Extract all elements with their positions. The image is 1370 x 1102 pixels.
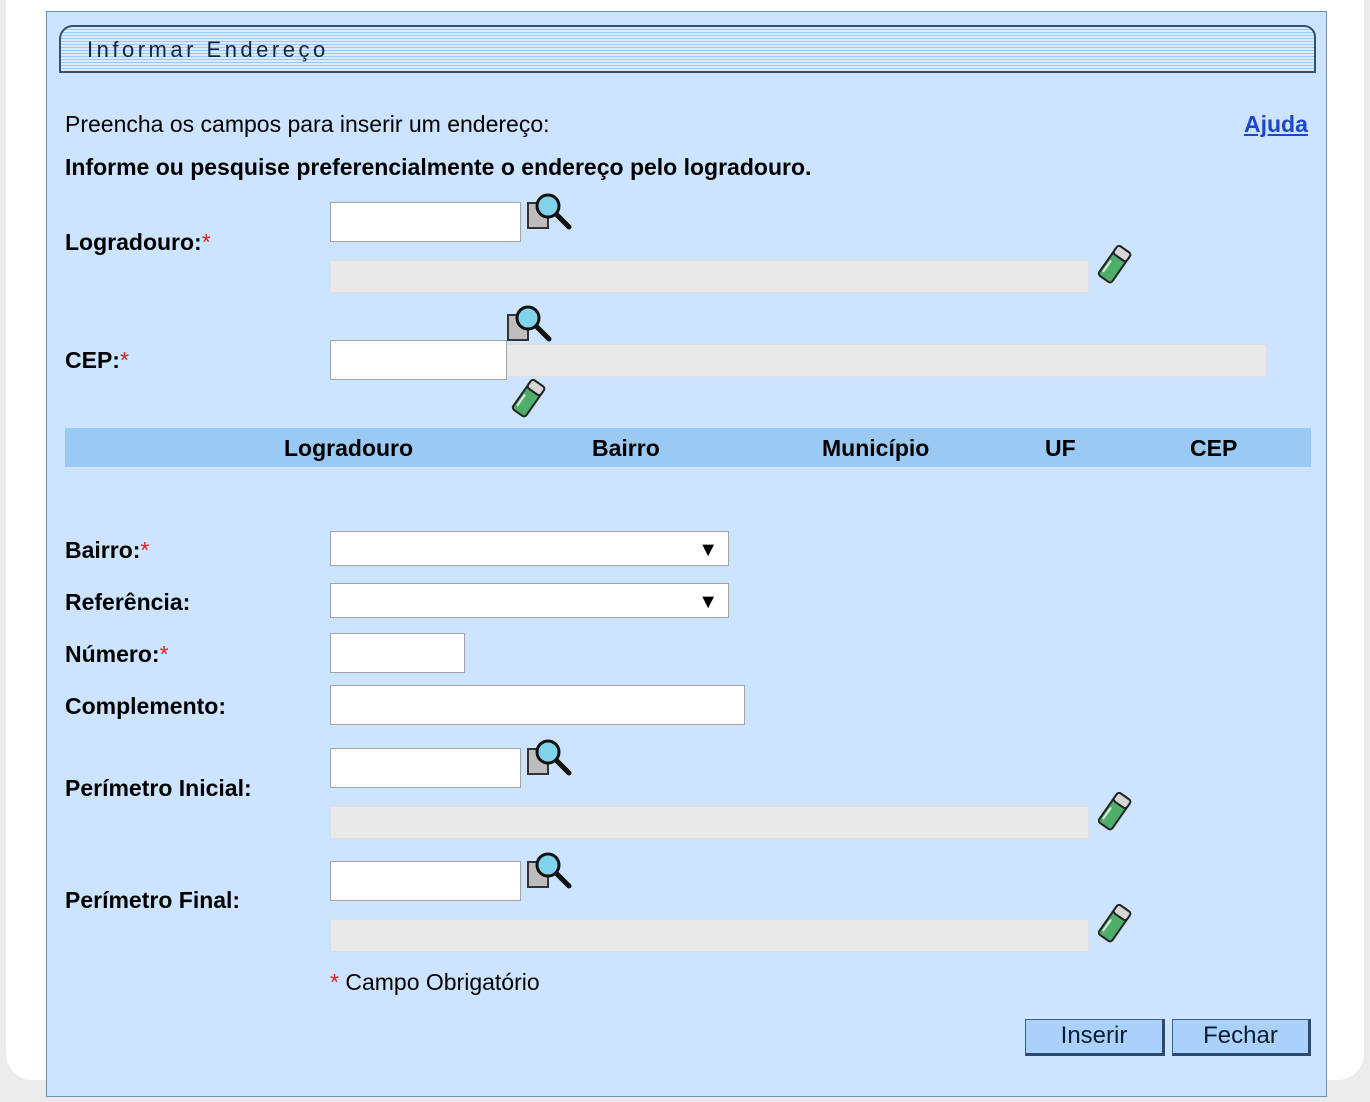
cep-code-input[interactable] [330, 340, 507, 380]
perimetro-inicial-label: Perímetro Inicial: [65, 775, 252, 801]
bairro-label-text: Bairro: [65, 537, 141, 563]
search-cep-icon[interactable] [506, 302, 556, 344]
bairro-label: Bairro:* [65, 537, 149, 564]
cep-label: CEP:* [65, 347, 129, 374]
bairro-select[interactable]: ▼ [330, 531, 729, 566]
page-title: Informar Endereço [87, 37, 329, 62]
required-asterisk: * [330, 969, 339, 995]
column-header-cep: CEP [1190, 435, 1238, 461]
required-note-text: Campo Obrigatório [345, 969, 540, 995]
perimetro-inicial-description-field [330, 806, 1089, 839]
search-perimetro-inicial-icon[interactable] [526, 736, 576, 778]
complemento-label: Complemento: [65, 693, 226, 719]
logradouro-label-text: Logradouro: [65, 229, 202, 255]
cep-description-field [505, 344, 1267, 377]
referencia-select[interactable]: ▼ [330, 583, 729, 618]
perimetro-final-label: Perímetro Final: [65, 887, 241, 913]
column-header-municipio: Município [822, 435, 930, 461]
search-logradouro-icon[interactable] [526, 190, 576, 232]
numero-input[interactable] [330, 633, 465, 673]
perimetro-inicial-code-input[interactable] [330, 748, 521, 788]
clear-logradouro-icon[interactable] [1094, 243, 1134, 287]
referencia-label: Referência: [65, 589, 191, 615]
column-header-uf: UF [1045, 435, 1076, 461]
results-table-header: Logradouro Bairro Município UF CEP [65, 428, 1311, 467]
complemento-input[interactable] [330, 685, 745, 725]
instruction-text: Preencha os campos para inserir um ender… [65, 111, 550, 137]
required-note: * Campo Obrigatório [330, 969, 540, 996]
required-asterisk: * [119, 347, 129, 373]
clear-cep-icon[interactable] [508, 377, 548, 421]
numero-label-text: Número: [65, 641, 160, 667]
form-title-bar: Informar Endereço [59, 25, 1316, 73]
column-header-logradouro: Logradouro [284, 435, 414, 461]
insert-button[interactable]: Inserir [1025, 1019, 1165, 1056]
required-asterisk: * [140, 537, 150, 563]
logradouro-code-input[interactable] [330, 202, 521, 242]
dropdown-arrow-icon: ▼ [698, 539, 718, 561]
clear-perimetro-final-icon[interactable] [1094, 902, 1134, 946]
logradouro-description-field [330, 260, 1089, 293]
help-link[interactable]: Ajuda [1244, 111, 1308, 138]
cep-label-text: CEP: [65, 347, 120, 373]
perimetro-final-code-input[interactable] [330, 861, 521, 901]
hint-text: Informe ou pesquise preferencialmente o … [65, 154, 812, 180]
close-button[interactable]: Fechar [1172, 1019, 1311, 1056]
search-perimetro-final-icon[interactable] [526, 849, 576, 891]
required-asterisk: * [201, 229, 211, 255]
dropdown-arrow-icon: ▼ [698, 591, 718, 613]
logradouro-label: Logradouro:* [65, 229, 211, 256]
clear-perimetro-inicial-icon[interactable] [1094, 790, 1134, 834]
numero-label: Número:* [65, 641, 169, 668]
required-asterisk: * [159, 641, 169, 667]
perimetro-final-description-field [330, 919, 1089, 952]
column-header-bairro: Bairro [592, 435, 660, 461]
